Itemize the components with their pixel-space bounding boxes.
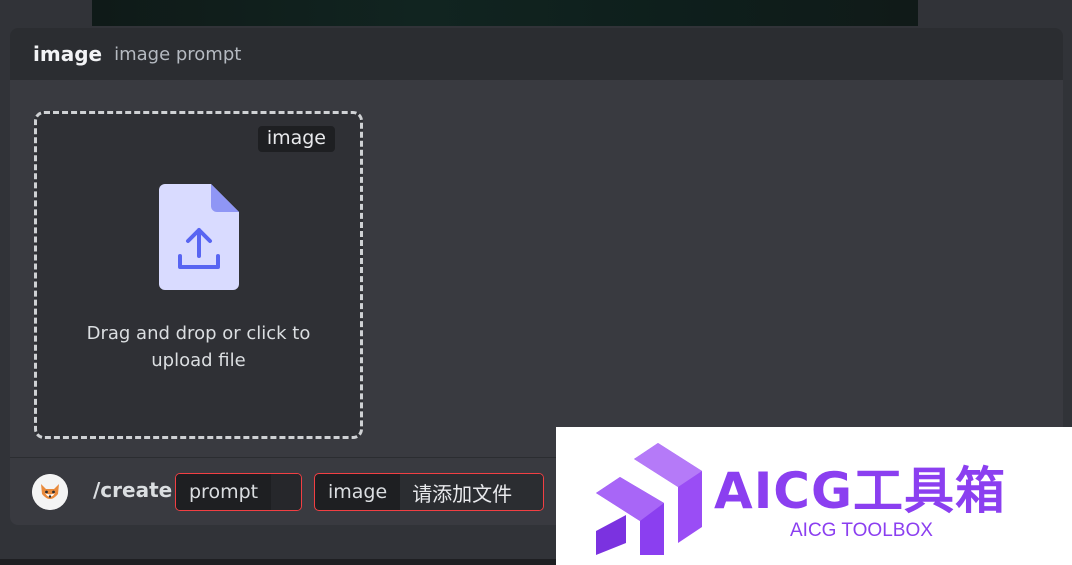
file-dropzone[interactable]: image Drag and drop or click to upload f… [34,111,363,439]
image-preview-strip [92,0,918,26]
watermark-subtitle: AICG TOOLBOX [790,520,933,541]
prompt-option-name: prompt [176,474,272,510]
option-tag: image [257,126,335,152]
upload-file-icon [159,184,239,290]
slash-command: /create [93,478,173,502]
bot-avatar [32,474,68,510]
fox-avatar-icon [32,474,68,510]
watermark-title: AICG工具箱 [714,462,1007,520]
command-description: image prompt [114,43,242,65]
prompt-option-field[interactable]: prompt [175,473,302,511]
command-name: image [33,42,103,66]
dropzone-instruction: Drag and drop or click to upload file [86,323,311,371]
image-option-name: image [328,481,388,503]
prompt-option-value[interactable] [271,474,301,510]
image-option-field[interactable]: image 请添加文件 [314,473,544,511]
watermark: AICG工具箱 AICG TOOLBOX [556,427,1072,565]
bottom-strip [0,559,556,565]
command-header: image image prompt [10,28,1063,80]
image-option-value[interactable]: 请添加文件 [400,474,543,510]
aicg-logo-icon [596,443,702,555]
